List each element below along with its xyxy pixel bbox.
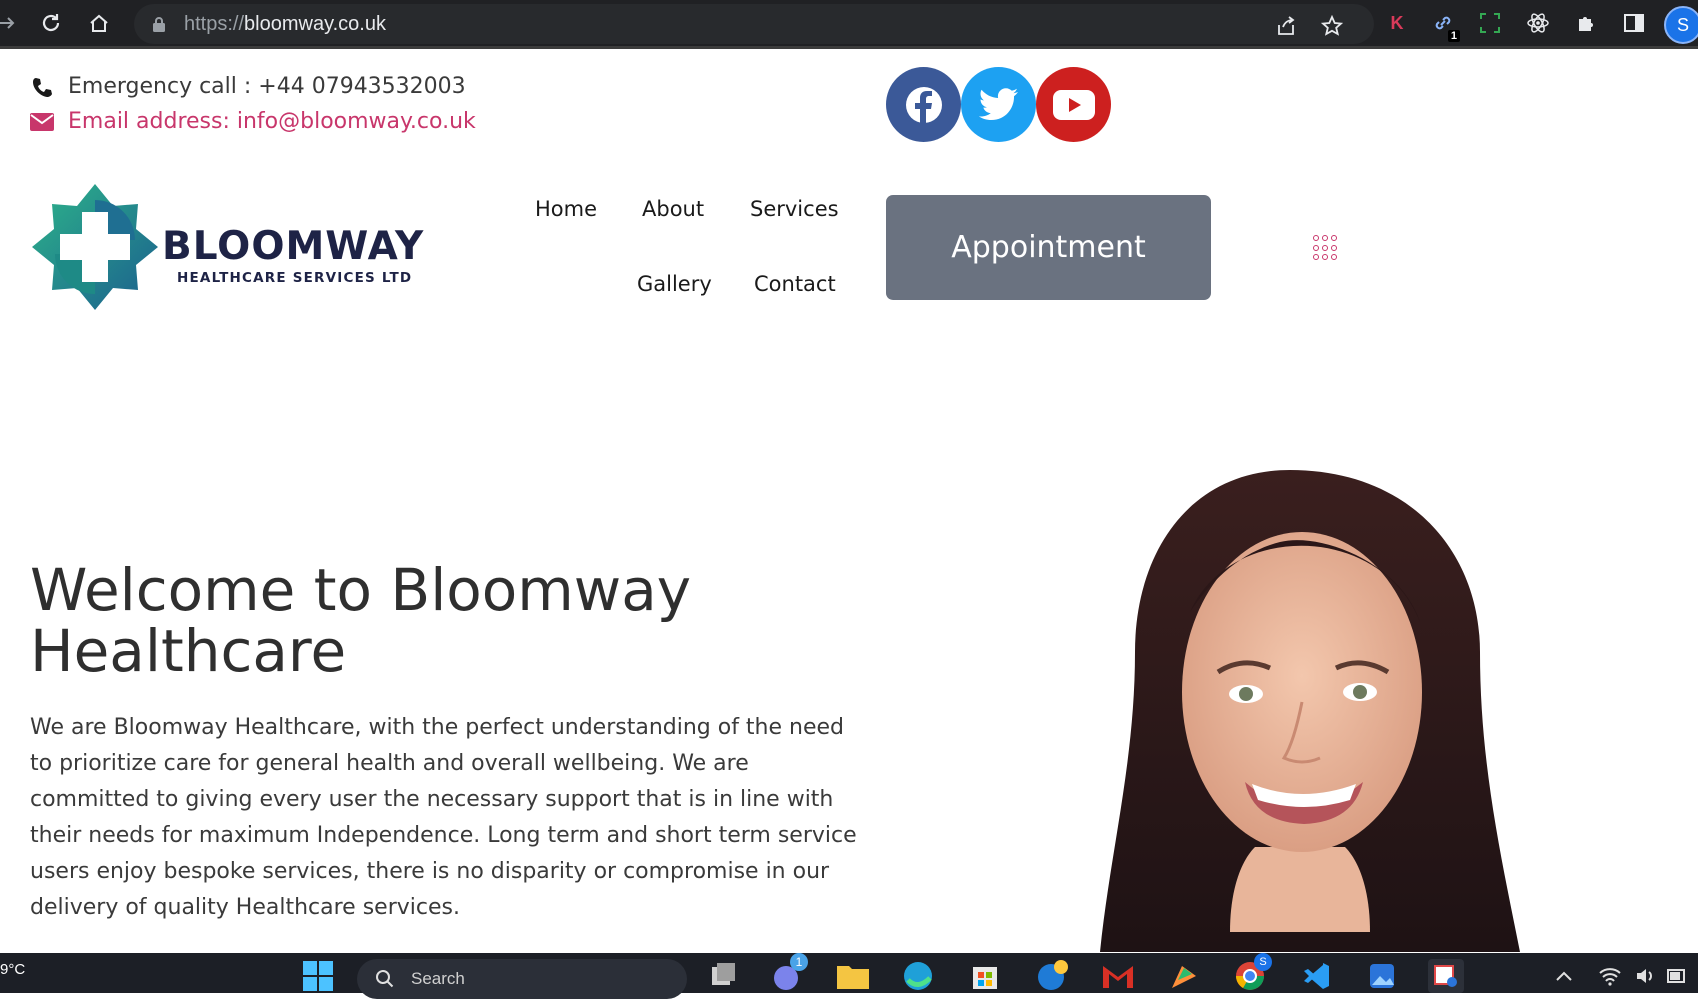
hero-woman-photo [1100,470,1520,952]
react-devtools-icon[interactable] [1525,10,1551,36]
snipping-tool-icon[interactable] [1428,959,1464,993]
gmail-icon[interactable] [1100,959,1136,993]
email-address-text: Email address: info@bloomway.co.uk [68,109,476,134]
battery-icon[interactable] [1660,959,1696,993]
volume-icon[interactable] [1628,959,1664,993]
extension-k-icon[interactable]: K [1384,10,1410,36]
lock-icon[interactable] [152,16,166,36]
microsoft-store-icon[interactable] [967,959,1003,993]
youtube-button[interactable] [1036,67,1111,142]
home-icon[interactable] [84,8,114,38]
nav-contact[interactable]: Contact [754,272,836,296]
bloomway-logo[interactable]: BLOOMWAY HEALTHCARE SERVICES LTD [30,182,430,312]
url-text[interactable]: https://bloomway.co.uk [184,13,386,36]
windows-start-icon[interactable] [300,959,336,993]
link-extension-icon[interactable]: 1 [1430,10,1460,42]
weather-temperature[interactable]: 9°C [0,961,25,978]
envelope-icon [30,110,54,134]
task-view-icon[interactable] [705,959,741,993]
vscode-icon[interactable] [1298,959,1334,993]
nav-about[interactable]: About [642,197,704,221]
search-icon [375,969,395,993]
chrome-profile-badge: S [1254,953,1272,971]
edge-browser-icon[interactable] [900,959,936,993]
email-address[interactable]: Email address: info@bloomway.co.uk [30,109,476,134]
screenshot-extension-icon[interactable] [1477,10,1503,36]
hero-description: We are Bloomway Healthcare, with the per… [30,715,857,920]
browser-toolbar: https://bloomway.co.uk K 1 S [0,0,1698,49]
facebook-button[interactable] [886,67,961,142]
chrome-icon[interactable]: S [1232,953,1272,993]
phone-icon [30,75,54,99]
twitter-button[interactable] [961,67,1036,142]
nav-services[interactable]: Services [750,197,839,221]
show-hidden-icons[interactable] [1546,959,1582,993]
grid-menu-icon[interactable] [1313,235,1339,261]
profile-avatar[interactable]: S [1664,6,1698,44]
emergency-call-text: Emergency call : +44 07943532003 [68,74,466,99]
logo-cross-mark [32,184,158,310]
file-explorer-icon[interactable] [835,959,871,993]
youtube-icon [1052,89,1095,120]
nav-home[interactable]: Home [535,197,597,221]
paint-tool-icon[interactable] [1166,959,1202,993]
logo-subtitle: HEALTHCARE SERVICES LTD [177,270,413,286]
teams-icon[interactable]: 1 [768,953,808,993]
appointment-button[interactable]: Appointment [886,195,1211,300]
share-icon[interactable] [1274,14,1298,38]
twitter-icon [978,87,1018,120]
hero-title: Welcome to Bloomway Healthcare [30,556,692,685]
forward-icon[interactable] [0,8,22,38]
windows-taskbar: 9°C Search 1 S [0,953,1698,999]
facebook-icon [905,86,942,123]
address-bar[interactable]: https://bloomway.co.uk [134,4,1374,44]
bookmark-star-icon[interactable] [1320,14,1344,38]
nav-gallery[interactable]: Gallery [637,272,712,296]
wifi-icon[interactable] [1592,959,1628,993]
teams-badge: 1 [790,953,808,971]
reload-icon[interactable] [36,8,66,38]
emergency-call[interactable]: Emergency call : +44 07943532003 [30,74,466,99]
photos-app-icon[interactable] [1364,959,1400,993]
extension-badge: 1 [1447,30,1460,42]
quick-assist-icon[interactable] [1034,959,1070,993]
logo-title: BLOOMWAY [162,224,425,269]
side-panel-icon[interactable] [1621,10,1647,36]
search-placeholder: Search [411,969,465,988]
extensions-puzzle-icon[interactable] [1573,10,1599,36]
taskbar-search[interactable]: Search [357,959,687,999]
